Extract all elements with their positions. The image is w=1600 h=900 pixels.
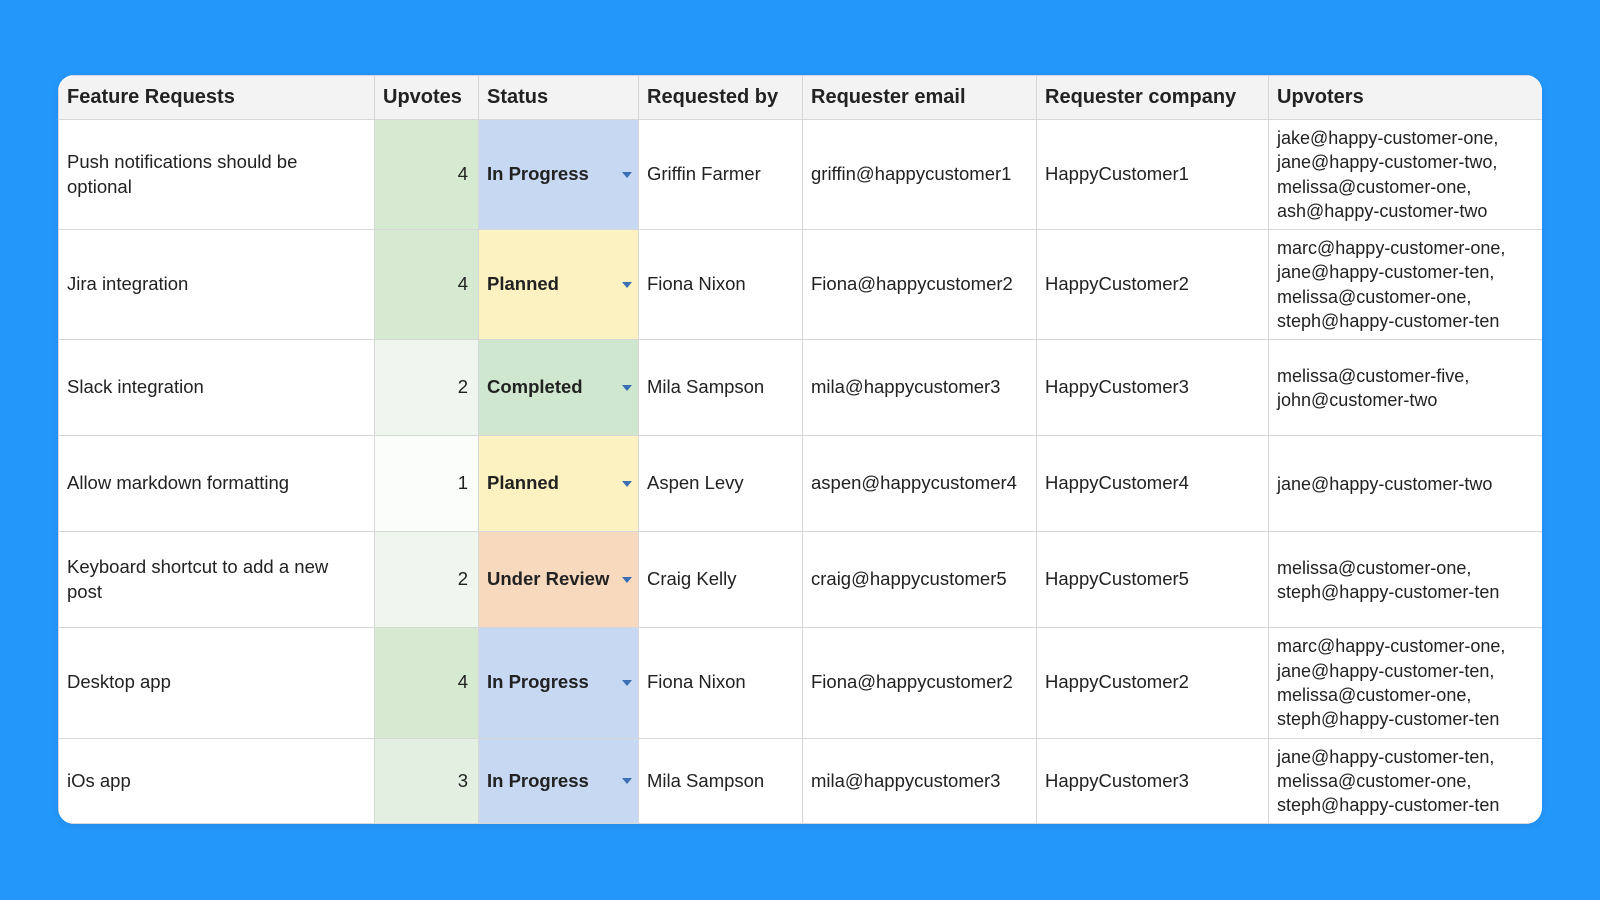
cell-requested-by[interactable]: Aspen Levy [639, 436, 803, 532]
cell-upvotes[interactable]: 4 [375, 120, 479, 230]
cell-upvoters[interactable]: jake@happy-customer-one, jane@happy-cust… [1269, 120, 1543, 230]
cell-upvoters[interactable]: marc@happy-customer-one, jane@happy-cust… [1269, 628, 1543, 738]
cell-requester-email[interactable]: mila@happycustomer3 [803, 340, 1037, 436]
cell-requester-company[interactable]: HappyCustomer2 [1037, 230, 1269, 340]
cell-feature[interactable]: Slack integration [59, 340, 375, 436]
cell-requester-company[interactable]: HappyCustomer4 [1037, 436, 1269, 532]
cell-requester-company[interactable]: HappyCustomer1 [1037, 120, 1269, 230]
cell-requested-by[interactable]: Griffin Farmer [639, 120, 803, 230]
cell-feature[interactable]: Desktop app [59, 628, 375, 738]
feature-requests-table: Feature Requests Upvotes Status Requeste… [58, 75, 1542, 824]
col-header-requester-company[interactable]: Requester company [1037, 76, 1269, 120]
status-label: Completed [487, 376, 583, 397]
table-row: Allow markdown formatting1 Planned Aspen L… [59, 436, 1543, 532]
cell-upvotes[interactable]: 4 [375, 628, 479, 738]
chevron-down-icon [622, 778, 632, 784]
cell-feature[interactable]: Push notifications should be optional [59, 120, 375, 230]
cell-requester-company[interactable]: HappyCustomer2 [1037, 628, 1269, 738]
col-header-upvoters[interactable]: Upvoters [1269, 76, 1543, 120]
table-row: Push notifications should be optional4 In… [59, 120, 1543, 230]
cell-upvotes[interactable]: 2 [375, 340, 479, 436]
cell-status-dropdown[interactable]: In Progress [479, 628, 639, 738]
cell-requested-by[interactable]: Craig Kelly [639, 532, 803, 628]
cell-requester-email[interactable]: Fiona@happycustomer2 [803, 628, 1037, 738]
col-header-feature[interactable]: Feature Requests [59, 76, 375, 120]
header-row: Feature Requests Upvotes Status Requeste… [59, 76, 1543, 120]
cell-feature[interactable]: iOs app [59, 738, 375, 824]
cell-status-dropdown[interactable]: Completed [479, 340, 639, 436]
cell-requester-company[interactable]: HappyCustomer3 [1037, 340, 1269, 436]
cell-status-dropdown[interactable]: Planned [479, 436, 639, 532]
spreadsheet-table: Feature Requests Upvotes Status Requeste… [58, 75, 1542, 824]
col-header-upvotes[interactable]: Upvotes [375, 76, 479, 120]
cell-feature[interactable]: Keyboard shortcut to add a new post [59, 532, 375, 628]
chevron-down-icon [622, 282, 632, 288]
cell-upvoters[interactable]: melissa@customer-one, steph@happy-custom… [1269, 532, 1543, 628]
cell-requester-email[interactable]: Fiona@happycustomer2 [803, 230, 1037, 340]
cell-requested-by[interactable]: Mila Sampson [639, 340, 803, 436]
cell-upvoters[interactable]: melissa@customer-five, john@customer-two [1269, 340, 1543, 436]
table-row: Keyboard shortcut to add a new post2 Unde… [59, 532, 1543, 628]
chevron-down-icon [622, 385, 632, 391]
status-label: In Progress [487, 770, 589, 791]
status-label: In Progress [487, 671, 589, 692]
cell-requester-email[interactable]: griffin@happycustomer1 [803, 120, 1037, 230]
cell-requester-email[interactable]: mila@happycustomer3 [803, 738, 1037, 824]
cell-requested-by[interactable]: Mila Sampson [639, 738, 803, 824]
cell-status-dropdown[interactable]: In Progress [479, 120, 639, 230]
cell-feature[interactable]: Jira integration [59, 230, 375, 340]
cell-upvoters[interactable]: marc@happy-customer-one, jane@happy-cust… [1269, 230, 1543, 340]
cell-upvotes[interactable]: 1 [375, 436, 479, 532]
col-header-requested-by[interactable]: Requested by [639, 76, 803, 120]
table-row: iOs app3 In Progress Mila Sampsonmila@happ… [59, 738, 1543, 824]
cell-upvoters[interactable]: jane@happy-customer-ten, melissa@custome… [1269, 738, 1543, 824]
cell-requester-email[interactable]: aspen@happycustomer4 [803, 436, 1037, 532]
cell-upvotes[interactable]: 4 [375, 230, 479, 340]
cell-requested-by[interactable]: Fiona Nixon [639, 628, 803, 738]
cell-upvotes[interactable]: 3 [375, 738, 479, 824]
table-row: Jira integration4 Planned Fiona NixonFiona… [59, 230, 1543, 340]
cell-status-dropdown[interactable]: In Progress [479, 738, 639, 824]
status-label: Planned [487, 472, 559, 493]
table-row: Slack integration2CompletedMila Sampsonm… [59, 340, 1543, 436]
cell-requester-email[interactable]: craig@happycustomer5 [803, 532, 1037, 628]
cell-requested-by[interactable]: Fiona Nixon [639, 230, 803, 340]
chevron-down-icon [622, 680, 632, 686]
cell-feature[interactable]: Allow markdown formatting [59, 436, 375, 532]
col-header-status[interactable]: Status [479, 76, 639, 120]
chevron-down-icon [622, 481, 632, 487]
chevron-down-icon [622, 172, 632, 178]
cell-requester-company[interactable]: HappyCustomer5 [1037, 532, 1269, 628]
cell-upvotes[interactable]: 2 [375, 532, 479, 628]
cell-status-dropdown[interactable]: Planned [479, 230, 639, 340]
table-row: Desktop app4 In Progress Fiona NixonFiona@… [59, 628, 1543, 738]
col-header-requester-email[interactable]: Requester email [803, 76, 1037, 120]
status-label: Under Review [487, 568, 609, 589]
status-label: In Progress [487, 163, 589, 184]
cell-upvoters[interactable]: jane@happy-customer-two [1269, 436, 1543, 532]
chevron-down-icon [622, 577, 632, 583]
cell-status-dropdown[interactable]: Under Review [479, 532, 639, 628]
cell-requester-company[interactable]: HappyCustomer3 [1037, 738, 1269, 824]
status-label: Planned [487, 273, 559, 294]
